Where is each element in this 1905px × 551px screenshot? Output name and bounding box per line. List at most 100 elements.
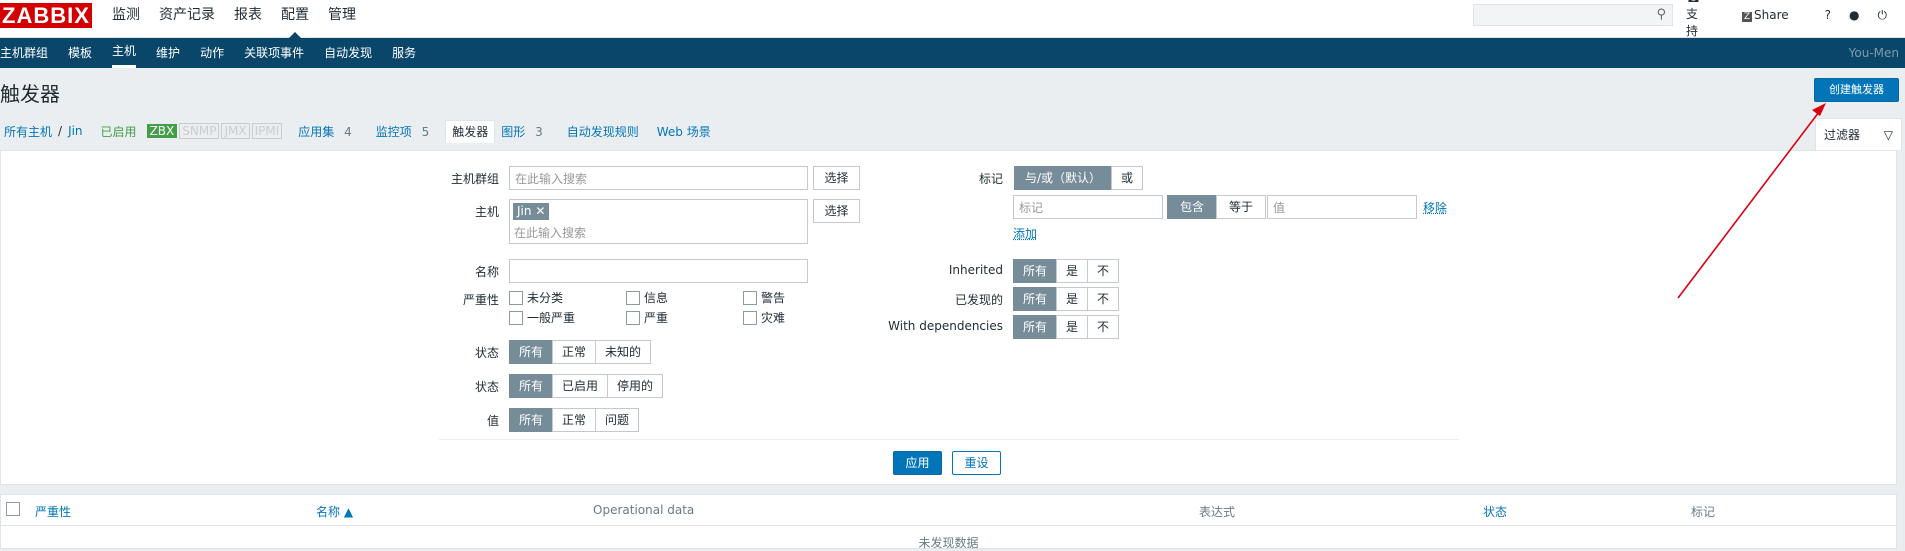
global-search-input[interactable]: ⚲ xyxy=(1473,4,1673,26)
nav-monitoring[interactable]: 监测 xyxy=(112,0,140,30)
graphs-label: 图形 xyxy=(501,124,526,139)
logout-icon[interactable]: ⏻ xyxy=(1878,8,1888,23)
nav-inventory[interactable]: 资产记录 xyxy=(159,0,215,30)
subnav-correlation[interactable]: 关联项事件 xyxy=(244,38,304,68)
breadcrumb-all-hosts[interactable]: 所有主机 xyxy=(4,123,52,140)
chip-remove-icon[interactable]: ✕ xyxy=(535,204,545,218)
value-ok[interactable]: 正常 xyxy=(552,408,597,432)
dependencies-all[interactable]: 所有 xyxy=(1013,315,1058,339)
severity-warning-checkbox[interactable]: 警告 xyxy=(743,289,785,306)
dependencies-no[interactable]: 不 xyxy=(1087,315,1120,339)
subnav-templates[interactable]: 模板 xyxy=(68,38,92,68)
zabbix-logo[interactable]: ZABBIX xyxy=(0,3,92,28)
host-group-label: 主机群组 xyxy=(450,172,499,186)
column-severity[interactable]: 严重性 xyxy=(35,503,71,520)
name-label: 名称 xyxy=(474,265,499,279)
state-segmented: 所有 正常 未知的 xyxy=(509,340,652,364)
filter-tab-label: 过滤器 xyxy=(1824,128,1861,142)
tag-op-contains[interactable]: 包含 xyxy=(1167,195,1218,219)
breadcrumb-web-scenarios[interactable]: Web 场景 xyxy=(657,123,711,140)
tag-remove-link[interactable]: 移除 xyxy=(1423,199,1447,216)
column-name[interactable]: 名称 ▲ xyxy=(316,503,353,520)
checkbox-box[interactable] xyxy=(509,290,523,305)
name-input[interactable] xyxy=(509,259,808,283)
jmx-availability-badge: JMX xyxy=(221,123,250,139)
breadcrumb-items[interactable]: 监控项 5 xyxy=(376,123,435,140)
severity-information-checkbox[interactable]: 信息 xyxy=(626,289,668,306)
tag-name-input[interactable]: 标记 xyxy=(1013,195,1163,219)
filter-tab[interactable]: 过滤器 ▽ xyxy=(1815,118,1902,150)
status-disabled[interactable]: 停用的 xyxy=(607,374,664,398)
discovered-yes[interactable]: 是 xyxy=(1056,287,1089,311)
tag-operator-segmented: 包含 等于 xyxy=(1167,195,1267,219)
user-profile-icon[interactable]: ● xyxy=(1849,8,1859,22)
value-all[interactable]: 所有 xyxy=(509,408,554,432)
checkbox-box[interactable] xyxy=(743,290,757,305)
breadcrumb-host[interactable]: Jin xyxy=(68,124,82,138)
breadcrumb-applications[interactable]: 应用集 4 xyxy=(298,123,357,140)
breadcrumb-discovery-rules[interactable]: 自动发现规则 xyxy=(567,123,639,140)
nav-reports[interactable]: 报表 xyxy=(234,0,262,30)
breadcrumb-graphs[interactable]: 图形 3 xyxy=(501,123,548,140)
tag-value-input[interactable]: 值 xyxy=(1267,195,1417,219)
value-problem[interactable]: 问题 xyxy=(595,408,640,432)
checkbox-box[interactable] xyxy=(626,290,640,305)
share-link[interactable]: Z Share xyxy=(1741,8,1807,22)
tag-add-link[interactable]: 添加 xyxy=(1013,225,1037,242)
state-all[interactable]: 所有 xyxy=(509,340,554,364)
state-normal[interactable]: 正常 xyxy=(552,340,597,364)
graphs-count: 3 xyxy=(535,124,543,139)
nav-configuration[interactable]: 配置 xyxy=(281,0,309,38)
tags-mode-and-or[interactable]: 与/或（默认） xyxy=(1014,166,1113,190)
tags-mode-or[interactable]: 或 xyxy=(1111,166,1144,190)
checkbox-box[interactable] xyxy=(626,310,640,325)
breadcrumb-triggers[interactable]: 触发器 xyxy=(445,119,496,143)
breadcrumb-separator: / xyxy=(58,124,63,138)
reset-button[interactable]: 重设 xyxy=(952,451,1001,475)
status-enabled[interactable]: 已启用 xyxy=(552,374,609,398)
applications-label: 应用集 xyxy=(298,124,335,139)
discovered-all[interactable]: 所有 xyxy=(1013,287,1058,311)
inherited-no[interactable]: 不 xyxy=(1087,259,1120,283)
column-tags: 标记 xyxy=(1691,505,1716,519)
inherited-segmented: 所有 是 不 xyxy=(1013,259,1120,283)
subnav-maintenance[interactable]: 维护 xyxy=(156,38,180,68)
search-icon[interactable]: ⚲ xyxy=(1656,7,1666,22)
nav-administration[interactable]: 管理 xyxy=(328,0,356,30)
create-trigger-button[interactable]: 创建触发器 xyxy=(1814,78,1899,102)
apply-button[interactable]: 应用 xyxy=(893,451,942,475)
subnav-hosts[interactable]: 主机 xyxy=(112,38,137,68)
host-chip-label: Jin xyxy=(517,204,532,218)
subnav-discovery[interactable]: 自动发现 xyxy=(324,38,372,68)
host-select-button[interactable]: 选择 xyxy=(813,199,860,223)
status-all[interactable]: 所有 xyxy=(509,374,554,398)
subnav-actions[interactable]: 动作 xyxy=(200,38,224,68)
dependencies-yes[interactable]: 是 xyxy=(1056,315,1089,339)
inherited-all[interactable]: 所有 xyxy=(1013,259,1058,283)
severity-disaster-checkbox[interactable]: 灾难 xyxy=(743,309,785,326)
host-label: 主机 xyxy=(474,205,499,219)
support-label: 支持 xyxy=(1686,7,1699,38)
host-chip[interactable]: Jin ✕ xyxy=(513,203,550,220)
checkbox-box[interactable] xyxy=(509,310,523,325)
share-label: Share xyxy=(1754,8,1789,22)
severity-not-classified-checkbox[interactable]: 未分类 xyxy=(509,289,563,306)
select-all-checkbox[interactable] xyxy=(6,502,20,516)
support-link[interactable]: ☎ 支持 xyxy=(1686,0,1724,39)
host-group-input[interactable]: 在此输入搜索 xyxy=(509,166,808,190)
inherited-yes[interactable]: 是 xyxy=(1056,259,1089,283)
top-header: ZABBIX 监测 资产记录 报表 配置 管理 ⚲ ☎ 支持 ZShare ? … xyxy=(0,0,1905,38)
severity-high-checkbox[interactable]: 严重 xyxy=(626,309,668,326)
severity-average-checkbox[interactable]: 一般严重 xyxy=(509,309,575,326)
subnav-services[interactable]: 服务 xyxy=(392,38,416,68)
column-status[interactable]: 状态 xyxy=(1483,503,1507,520)
discovered-no[interactable]: 不 xyxy=(1087,287,1120,311)
subnav-host-groups[interactable]: 主机群组 xyxy=(0,38,48,68)
host-group-select-button[interactable]: 选择 xyxy=(813,166,860,190)
state-unknown[interactable]: 未知的 xyxy=(595,340,652,364)
filter-panel: 主机群组 在此输入搜索 选择 主机 Jin ✕ 在此输入搜索 选择 名称 严重性… xyxy=(0,150,1897,485)
help-link[interactable]: ? xyxy=(1825,8,1831,22)
tag-op-equals[interactable]: 等于 xyxy=(1216,195,1267,219)
checkbox-box[interactable] xyxy=(743,310,757,325)
host-status-enabled[interactable]: 已启用 xyxy=(101,123,137,140)
